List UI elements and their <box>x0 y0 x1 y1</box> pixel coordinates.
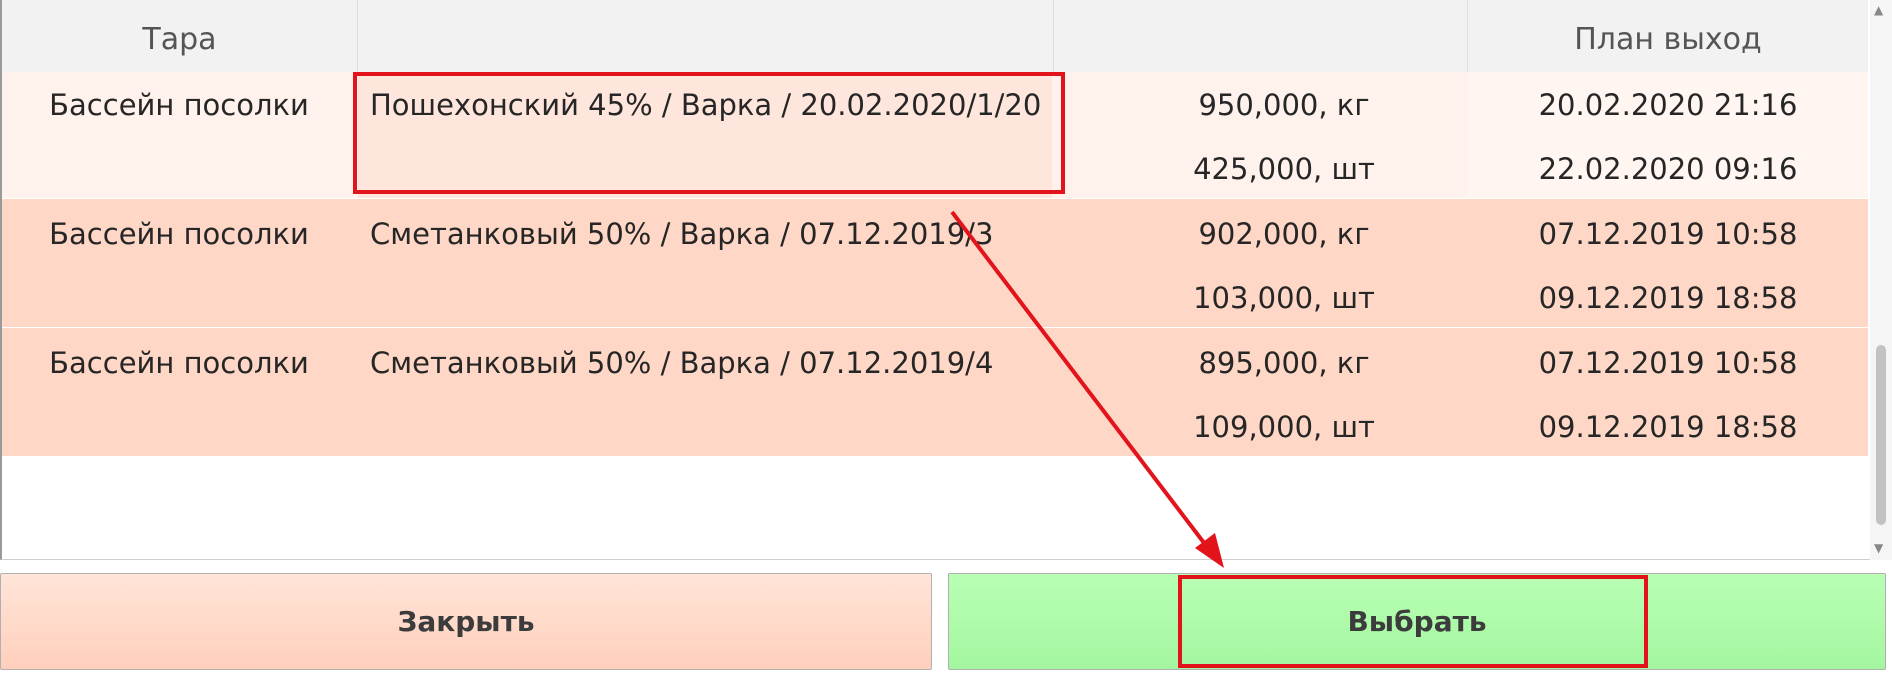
chevron-down-icon[interactable]: ▼ <box>1874 542 1883 554</box>
close-button[interactable]: Закрыть <box>0 573 932 670</box>
chevron-up-icon[interactable]: ▲ <box>1874 4 1883 16</box>
column-header-name[interactable] <box>358 0 1054 72</box>
cell-qty-kg: 895,000, кг <box>1198 346 1370 380</box>
table-row[interactable]: Бассейн посолки Сметанковый 50% / Варка … <box>2 199 1868 327</box>
column-header-plan[interactable]: План выход <box>1468 0 1868 72</box>
cell-name: Сметанковый 50% / Варка / 07.12.2019/3 <box>370 217 994 251</box>
vertical-scrollbar[interactable]: ▲ ▼ <box>1870 0 1892 560</box>
cell-name: Сметанковый 50% / Варка / 07.12.2019/4 <box>370 346 994 380</box>
selected-row-highlight <box>353 72 1065 194</box>
cell-date-plan: 07.12.2019 10:58 <box>1538 217 1798 251</box>
column-header-tara[interactable]: Тара <box>2 0 358 72</box>
table-header: Тара План выход <box>2 0 1868 73</box>
cell-date-plan: 07.12.2019 10:58 <box>1538 346 1798 380</box>
cell-qty-pcs: 109,000, шт <box>1193 410 1375 444</box>
column-header-qty[interactable] <box>1054 0 1468 72</box>
cell-date-out: 22.02.2020 09:16 <box>1538 152 1798 186</box>
cell-qty-pcs: 103,000, шт <box>1193 281 1375 315</box>
scroll-thumb[interactable] <box>1876 345 1886 525</box>
cell-tara: Бассейн посолки <box>49 346 309 380</box>
cell-tara: Бассейн посолки <box>49 217 309 251</box>
cell-qty-pcs: 425,000, шт <box>1193 152 1375 186</box>
select-button[interactable]: Выбрать <box>948 573 1886 670</box>
cell-qty-kg: 950,000, кг <box>1198 88 1370 122</box>
cell-date-out: 09.12.2019 18:58 <box>1538 281 1798 315</box>
cell-tara: Бассейн посолки <box>49 88 309 122</box>
cell-date-out: 09.12.2019 18:58 <box>1538 410 1798 444</box>
cell-date-plan: 20.02.2020 21:16 <box>1538 88 1798 122</box>
cell-qty-kg: 902,000, кг <box>1198 217 1370 251</box>
table-row[interactable]: Бассейн посолки Сметанковый 50% / Варка … <box>2 328 1868 456</box>
